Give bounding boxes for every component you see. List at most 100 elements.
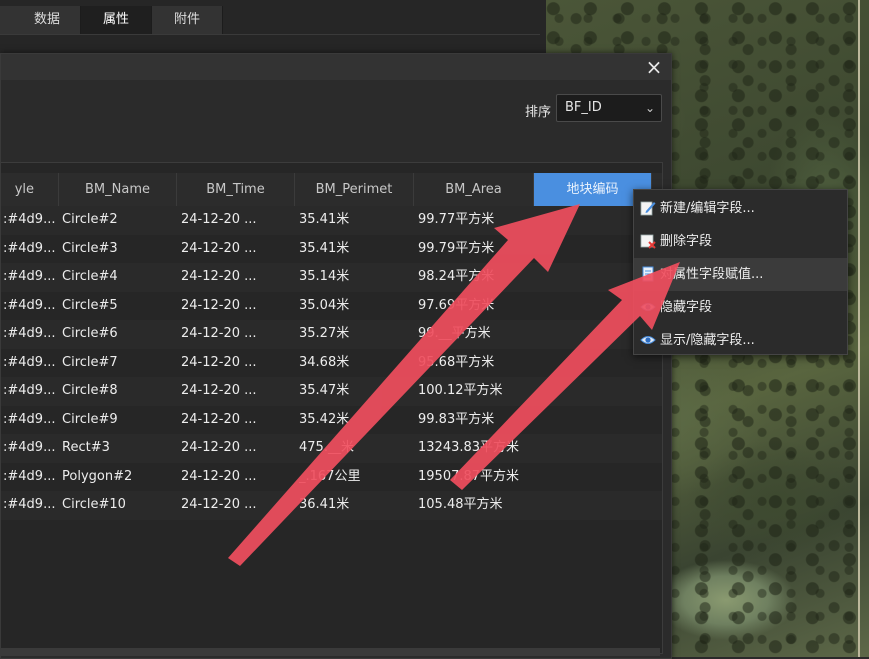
table-row[interactable]: :#4d9... Polygon#2 24-12-20 ... _.167公里 … (1, 463, 662, 492)
tab-attachments[interactable]: 附件 (152, 6, 224, 34)
cell-time: 24-12-20 ... (181, 354, 257, 370)
table-header: yle BM_Name BM_Time BM_Perimet BM_Area 地… (1, 173, 662, 206)
cell-perimeter: 34.68米 (299, 354, 350, 370)
close-button[interactable]: × (641, 55, 667, 79)
cell-time: 24-12-20 ... (181, 297, 257, 313)
cell-time: 24-12-20 ... (181, 240, 257, 256)
cell-area: 100.12平方米 (418, 383, 503, 398)
cell-style: :#4d9... (3, 240, 56, 256)
cell-style: :#4d9... (3, 297, 56, 313)
cell-name: Polygon#2 (62, 468, 133, 484)
cell-name: Rect#3 (62, 440, 110, 455)
menu-item-label: 新建/编辑字段... (660, 201, 755, 216)
menu-item-label: 对属性字段赋值... (660, 267, 764, 282)
cell-name: Circle#5 (62, 297, 118, 313)
sort-dropdown[interactable]: BF_ID ⌄ (556, 94, 662, 122)
menu-item-assign-field-value[interactable]: 对属性字段赋值... (634, 258, 847, 291)
cell-perimeter: 35.47米 (299, 383, 350, 398)
cell-time: 24-12-20 ... (181, 326, 257, 341)
cell-name: Circle#7 (62, 354, 118, 370)
delete-field-icon (640, 234, 656, 249)
table-row[interactable]: :#4d9... Circle#3 24-12-20 ... 35.41米 99… (1, 235, 662, 264)
cell-perimeter: 35.42米 (299, 411, 350, 427)
cell-area: 19507.87平方米 (418, 468, 520, 484)
cell-perimeter: 35.04米 (299, 297, 350, 313)
cell-time: 24-12-20 ... (181, 212, 257, 227)
menu-item-hide-field[interactable]: 隐藏字段 (634, 291, 847, 324)
column-context-menu: 新建/编辑字段... 删除字段 对属性字段赋值... 隐藏字段 显示/隐藏字段.… (633, 189, 848, 355)
cell-style: :#4d9... (3, 383, 56, 398)
column-header-bm-perimeter[interactable]: BM_Perimet (295, 173, 414, 206)
cell-area: 95.68平方米 (418, 354, 495, 370)
cell-style: :#4d9... (3, 440, 56, 455)
cell-time: 24-12-20 ... (181, 269, 257, 284)
dialog-titlebar[interactable]: × (1, 54, 671, 80)
cell-perimeter: 35.41米 (299, 240, 350, 256)
table-row[interactable]: :#4d9... Circle#6 24-12-20 ... 35.27米 99… (1, 320, 662, 349)
menu-item-new-edit-field[interactable]: 新建/编辑字段... (634, 192, 847, 225)
sort-dropdown-value: BF_ID (565, 100, 602, 115)
cell-area: 105.48平方米 (418, 497, 503, 512)
column-header-style[interactable]: yle (1, 173, 59, 206)
edit-field-icon (640, 201, 656, 216)
cell-area: 99.__平方米 (418, 326, 491, 341)
cell-perimeter: 36.41米 (299, 497, 350, 512)
menu-item-show-hide-fields[interactable]: 显示/隐藏字段... (634, 324, 847, 357)
cell-time: 24-12-20 ... (181, 468, 257, 484)
chevron-down-icon: ⌄ (644, 101, 655, 115)
cell-name: Circle#9 (62, 411, 118, 427)
column-header-bm-name[interactable]: BM_Name (59, 173, 177, 206)
map-road (858, 0, 860, 657)
attribute-table: yle BM_Name BM_Time BM_Perimet BM_Area 地… (1, 162, 663, 654)
cell-perimeter: 475.__米 (299, 440, 354, 455)
cell-time: 24-12-20 ... (181, 383, 257, 398)
cell-style: :#4d9... (3, 468, 56, 484)
table-row[interactable]: :#4d9... Circle#10 24-12-20 ... 36.41米 1… (1, 491, 662, 520)
menu-item-delete-field[interactable]: 删除字段 (634, 225, 847, 258)
table-row[interactable]: :#4d9... Circle#5 24-12-20 ... 35.04米 97… (1, 292, 662, 321)
column-header-bm-area[interactable]: BM_Area (414, 173, 534, 206)
table-row[interactable]: :#4d9... Circle#9 24-12-20 ... 35.42米 99… (1, 406, 662, 435)
assign-value-icon (642, 266, 654, 282)
cell-perimeter: 35.41米 (299, 212, 350, 227)
menu-item-label: 删除字段 (660, 234, 713, 249)
menu-item-label: 隐藏字段 (660, 300, 713, 315)
panel-tabs: 数据 属性 附件 (0, 6, 224, 34)
cell-perimeter: 35.27米 (299, 326, 350, 341)
eye-icon (640, 303, 656, 311)
cell-style: :#4d9... (3, 411, 56, 427)
eye-icon (640, 336, 656, 344)
cell-area: 13243.83平方米 (418, 440, 520, 455)
table-row[interactable]: :#4d9... Rect#3 24-12-20 ... 475.__米 132… (1, 434, 662, 463)
horizontal-scrollbar[interactable] (0, 648, 660, 656)
cell-name: Circle#3 (62, 240, 118, 256)
table-row[interactable]: :#4d9... Circle#2 24-12-20 ... 35.41米 99… (1, 206, 662, 235)
cell-area: 98.24平方米 (418, 269, 495, 284)
cell-name: Circle#6 (62, 326, 118, 341)
cell-area: 97.69平方米 (418, 297, 495, 313)
cell-perimeter: _.167公里 (299, 468, 361, 484)
cell-area: 99.83平方米 (418, 411, 495, 427)
cell-name: Circle#8 (62, 383, 118, 398)
table-row[interactable]: :#4d9... Circle#7 24-12-20 ... 34.68米 95… (1, 349, 662, 378)
cell-style: :#4d9... (3, 497, 56, 512)
cell-area: 99.77平方米 (418, 212, 495, 227)
sort-label: 排序 (525, 105, 552, 120)
cell-style: :#4d9... (3, 354, 56, 370)
attribute-table-dialog: × 排序 BF_ID ⌄ yle BM_Name BM_Time BM_Peri… (0, 53, 672, 659)
cell-perimeter: 35.14米 (299, 269, 350, 284)
table-row[interactable]: :#4d9... Circle#4 24-12-20 ... 35.14米 98… (1, 263, 662, 292)
cell-time: 24-12-20 ... (181, 411, 257, 427)
tab-data[interactable]: 数据 (0, 6, 82, 34)
cell-time: 24-12-20 ... (181, 497, 257, 512)
column-header-bm-time[interactable]: BM_Time (177, 173, 295, 206)
tabs-divider (0, 34, 540, 35)
cell-style: :#4d9... (3, 326, 56, 341)
menu-item-label: 显示/隐藏字段... (660, 333, 755, 348)
tab-attributes[interactable]: 属性 (81, 6, 153, 34)
cell-style: :#4d9... (3, 269, 56, 284)
cell-name: Circle#4 (62, 269, 118, 284)
cell-name: Circle#10 (62, 497, 126, 512)
table-row[interactable]: :#4d9... Circle#8 24-12-20 ... 35.47米 10… (1, 377, 662, 406)
cell-style: :#4d9... (3, 212, 56, 227)
